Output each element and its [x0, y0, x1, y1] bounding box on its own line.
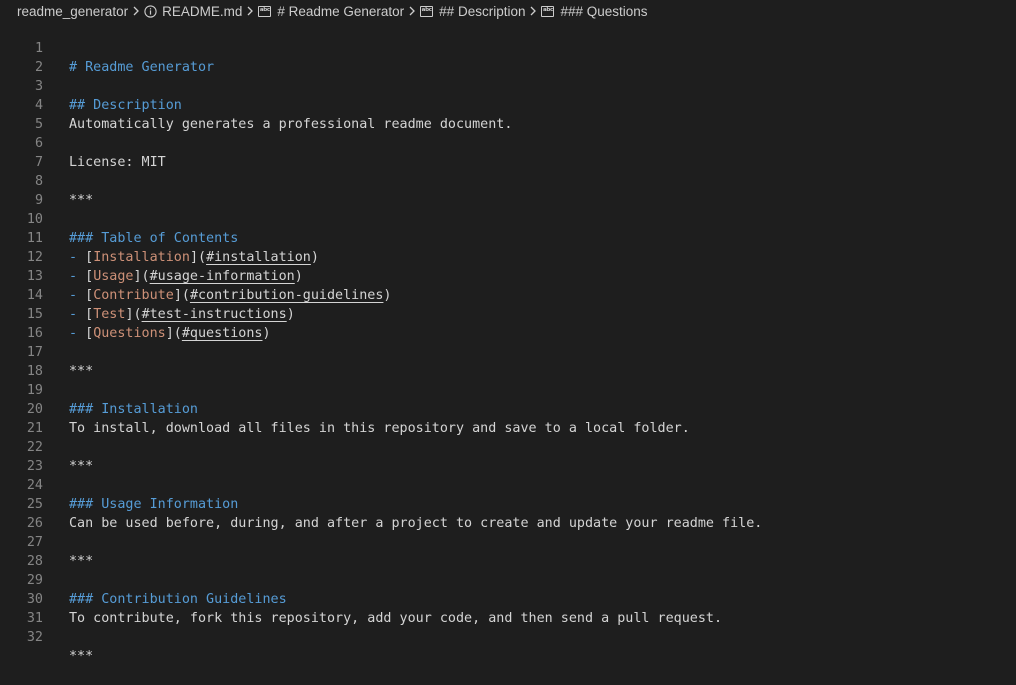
editor-line: 23 [0, 438, 1016, 474]
editor-line: 24 ### Usage Information [0, 457, 1016, 512]
breadcrumb-symbol-h2[interactable]: abc ## Description [420, 4, 525, 19]
breadcrumb-file-label: README.md [162, 3, 243, 19]
chevron-right-icon [408, 6, 416, 16]
editor-line: 26 [0, 495, 1016, 531]
editor-line: 20 To install, download all files in thi… [0, 381, 1016, 436]
editor-line: 22 *** [0, 419, 1016, 474]
editor-line: 31 [0, 590, 1016, 626]
editor-line: 9 [0, 172, 1016, 208]
editor-line: 16 [0, 305, 1016, 341]
editor-line: 28 [0, 533, 1016, 569]
editor-line: 18 [0, 343, 1016, 379]
editor-line: 21 [0, 400, 1016, 436]
string-symbol-icon: abc [541, 5, 555, 17]
breadcrumb-file[interactable]: README.md [144, 4, 242, 19]
chevron-right-icon [132, 6, 140, 16]
horizontal-rule: *** [69, 649, 94, 664]
breadcrumb-folder[interactable]: readme_generator [17, 4, 128, 19]
editor-line: 7 [0, 134, 1016, 170]
chevron-right-icon [529, 6, 537, 16]
editor-line: 13 - [Contribute](#contribution-guidelin… [0, 248, 1016, 303]
editor-line: 14 - [Test](#test-instructions) [0, 267, 1016, 322]
editor-line: 11 - [Installation](#installation) [0, 210, 1016, 265]
breadcrumb-symbol-label: ## Description [439, 3, 526, 19]
info-icon [144, 4, 157, 18]
editor-line: 30 To contribute, fork this repository, … [0, 571, 1016, 626]
editor-line: 5 [0, 96, 1016, 132]
editor-line: 12 - [Usage](#usage-information) [0, 229, 1016, 284]
breadcrumb-symbol-label: # Readme Generator [277, 3, 405, 19]
line-number: 32 [26, 630, 43, 645]
string-symbol-icon: abc [258, 5, 272, 17]
editor-line: 6 License: MIT [0, 115, 1016, 170]
string-symbol-icon: abc [420, 5, 434, 17]
breadcrumb-symbol-h1[interactable]: abc # Readme Generator [258, 4, 404, 19]
editor-line: 8 *** [0, 153, 1016, 208]
editor-line: 27 *** [0, 514, 1016, 569]
editor-line: 2 [0, 39, 1016, 75]
editor-line: 29 ### Contribution Guidelines [0, 552, 1016, 607]
breadcrumb: readme_generator README.md abc # Readme … [0, 0, 1016, 22]
editor-line: 17 *** [0, 324, 1016, 379]
breadcrumb-symbol-h3[interactable]: abc ### Questions [541, 3, 648, 19]
editor-line: 32 *** [0, 609, 1016, 664]
editor-line: 3 ## Description [0, 58, 1016, 113]
editor-line: 25 Can be used before, during, and after… [0, 476, 1016, 531]
breadcrumb-symbol-label: ### Questions [560, 3, 648, 19]
code-editor[interactable]: 1 # Readme Generator 2 3 ## Description … [0, 20, 1016, 664]
editor-line: 15 - [Questions](#questions) [0, 286, 1016, 341]
editor-line: 1 # Readme Generator [0, 20, 1016, 75]
editor-line: 4 Automatically generates a professional… [0, 77, 1016, 132]
editor-line: 19 ### Installation [0, 362, 1016, 417]
editor-line: 10 ### Table of Contents [0, 191, 1016, 246]
chevron-right-icon [246, 6, 254, 16]
